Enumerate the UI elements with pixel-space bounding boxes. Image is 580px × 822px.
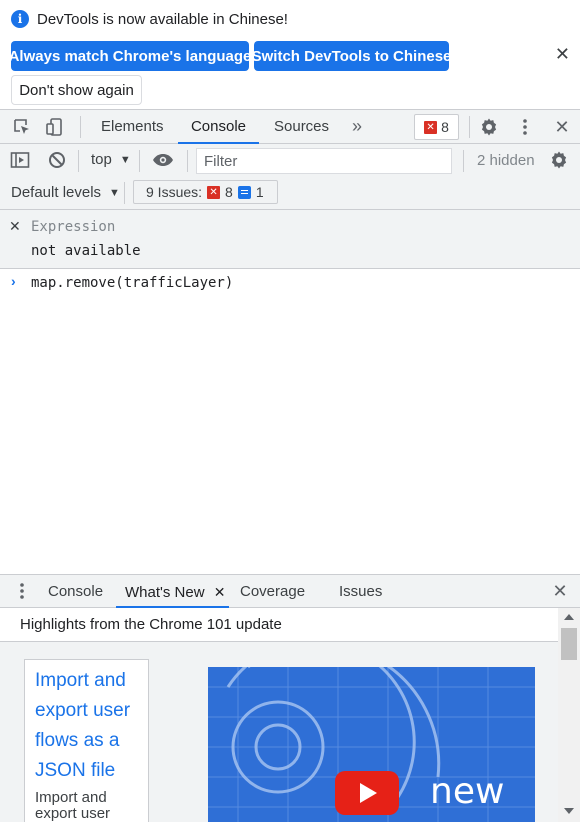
dropdown-arrow-icon: ▼ (109, 187, 120, 199)
show-sidebar-icon[interactable] (9, 149, 31, 171)
vertical-scrollbar[interactable] (558, 608, 580, 822)
tab-console[interactable]: Console (178, 110, 259, 144)
infobar-message: DevTools is now available in Chinese! (37, 10, 288, 28)
live-expression-eye-icon[interactable] (152, 149, 174, 171)
error-count-badge[interactable]: ✕ 8 (414, 114, 459, 140)
close-drawer-icon[interactable]: ✕ (549, 580, 571, 602)
log-levels-label: Default levels (11, 184, 102, 201)
live-expression-input[interactable]: Expression (31, 219, 115, 235)
drawer-tab-bar: Console What's New ✕ Coverage Issues ✕ (0, 574, 580, 608)
settings-gear-icon[interactable] (478, 116, 500, 138)
info-icon: i (11, 10, 29, 28)
drawer-tab-coverage[interactable]: Coverage (240, 575, 305, 608)
hidden-messages-count: 2 hidden (477, 152, 535, 169)
error-count: 8 (441, 119, 449, 135)
live-expression-panel: ✕ Expression not available (0, 210, 580, 269)
more-options-icon[interactable] (514, 116, 536, 138)
switch-to-chinese-button[interactable]: Switch DevTools to Chinese (252, 41, 451, 71)
console-toolbar: top ▼ 2 hidden Default levels ▼ 9 Issues… (0, 144, 580, 210)
toolbar-divider (187, 150, 188, 172)
live-expression-value: not available (31, 243, 141, 259)
whats-new-content: Import and export user flows as a JSON f… (0, 642, 558, 822)
drawer-tab-issues[interactable]: Issues (339, 575, 382, 608)
chrome-update-video-thumbnail[interactable]: new (208, 667, 535, 822)
issues-button[interactable]: 9 Issues: ✕ 8 1 (133, 180, 278, 204)
context-selector[interactable]: top ▼ (91, 151, 131, 168)
youtube-play-icon[interactable] (335, 771, 399, 815)
prompt-chevron-icon: › (11, 273, 16, 289)
close-icon[interactable]: ✕ (555, 44, 570, 65)
whats-new-header: Highlights from the Chrome 101 update (0, 608, 558, 642)
issues-label: 9 Issues: (146, 184, 203, 200)
drawer-more-options-icon[interactable] (11, 580, 33, 602)
issues-info-count: 1 (255, 184, 264, 200)
toolbar-divider (469, 116, 470, 138)
context-value: top (91, 151, 112, 168)
hero-text: new (430, 771, 505, 812)
feature-card-link[interactable]: Import and export user flows as a JSON f… (35, 666, 148, 786)
feature-card[interactable]: Import and export user flows as a JSON f… (24, 659, 149, 822)
devtools-main-toolbar: Elements Console Sources » ✕ 8 ✕ (0, 110, 580, 144)
language-infobar: i DevTools is now available in Chinese! … (0, 0, 580, 110)
scroll-up-arrow-icon[interactable] (564, 614, 574, 620)
scrollbar-thumb[interactable] (561, 628, 577, 660)
close-tab-icon[interactable]: ✕ (214, 584, 226, 600)
more-tabs-chevron-icon[interactable]: » (346, 115, 368, 137)
toolbar-divider (139, 150, 140, 172)
console-output-area[interactable]: › map.remove(trafficLayer) (0, 269, 580, 574)
toolbar-divider (124, 182, 125, 204)
dropdown-arrow-icon: ▼ (119, 154, 131, 166)
filter-input[interactable] (196, 148, 452, 174)
dont-show-again-button[interactable]: Don't show again (11, 75, 142, 105)
close-devtools-icon[interactable]: ✕ (551, 116, 573, 138)
log-levels-dropdown[interactable]: Default levels ▼ (11, 184, 120, 201)
drawer-tab-console[interactable]: Console (48, 575, 103, 608)
infobar-message-row: i DevTools is now available in Chinese! (11, 10, 288, 28)
console-settings-gear-icon[interactable] (548, 149, 570, 171)
tab-sources[interactable]: Sources (274, 110, 329, 144)
toolbar-divider (80, 116, 81, 138)
issues-error-count: 8 (225, 184, 233, 200)
inspect-element-icon[interactable] (11, 116, 33, 138)
scroll-down-arrow-icon[interactable] (564, 808, 574, 814)
toolbar-divider (463, 150, 464, 172)
error-icon: ✕ (424, 120, 438, 134)
error-icon: ✕ (207, 185, 221, 199)
console-input-text[interactable]: map.remove(trafficLayer) (31, 275, 233, 291)
tab-elements[interactable]: Elements (101, 110, 164, 144)
device-toolbar-icon[interactable] (44, 116, 66, 138)
drawer-tab-whats-new-label: What's New (125, 584, 205, 601)
always-match-language-button[interactable]: Always match Chrome's language (9, 41, 251, 71)
feature-card-description: Import and export user flows as a JSON f… (35, 789, 146, 822)
message-info-icon (237, 185, 251, 199)
clear-console-icon[interactable] (46, 149, 68, 171)
toolbar-divider (78, 150, 79, 172)
drawer-tab-whats-new[interactable]: What's New ✕ (116, 575, 229, 608)
remove-expression-close-icon[interactable]: ✕ (9, 218, 21, 235)
